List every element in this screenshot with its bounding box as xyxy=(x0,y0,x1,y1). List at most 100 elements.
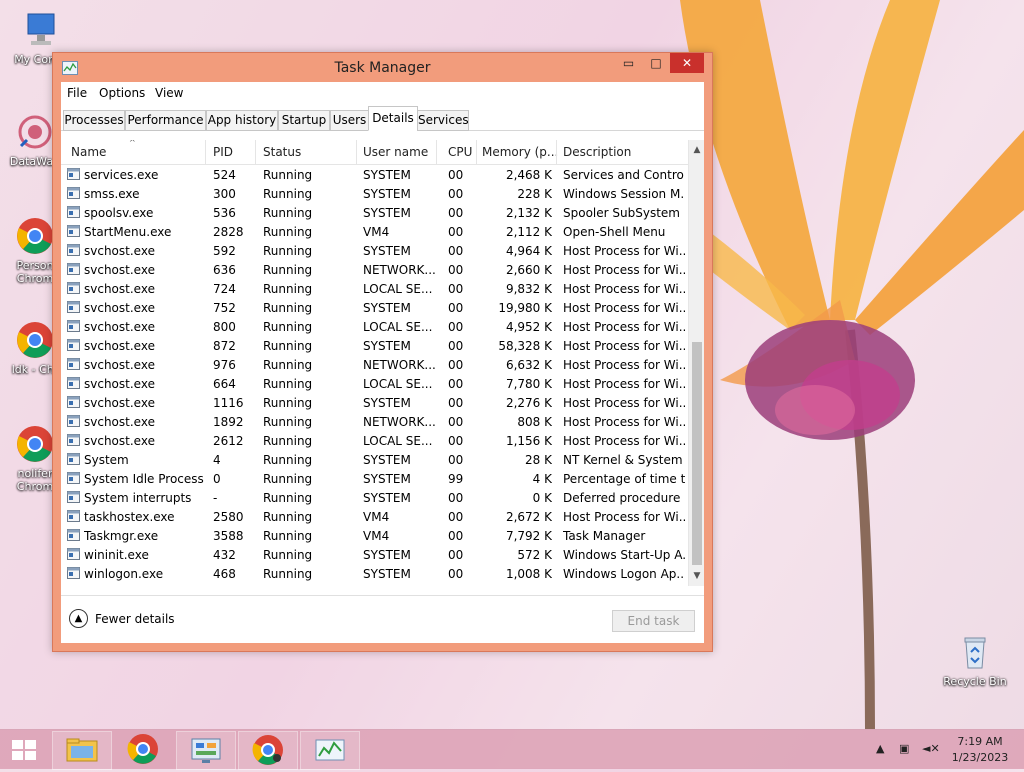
cell-name: svchost.exe xyxy=(84,358,155,372)
table-row[interactable]: svchost.exe 724 Running LOCAL SE... 00 9,832 … xyxy=(61,280,688,299)
table-row[interactable]: svchost.exe 636 Running NETWORK... 00 2,660 K… xyxy=(61,261,688,280)
cell-user: LOCAL SE... xyxy=(363,282,433,296)
taskbar-task-manager[interactable] xyxy=(300,731,360,770)
table-row[interactable]: System 4 Running SYSTEM 00 28 K NT Kernel & Sy… xyxy=(61,451,688,470)
end-task-button[interactable]: End task xyxy=(612,610,695,632)
cell-pid: 300 xyxy=(213,187,236,201)
column-divider[interactable] xyxy=(205,140,206,164)
title-bar[interactable]: Task Manager ▭ □ ✕ xyxy=(53,53,712,83)
cell-name: svchost.exe xyxy=(84,377,155,391)
table-row[interactable]: Taskmgr.exe 3588 Running VM4 00 7,792 K Task M… xyxy=(61,527,688,546)
table-row[interactable]: svchost.exe 592 Running SYSTEM 00 4,964 K Host… xyxy=(61,242,688,261)
column-header-memory[interactable]: Memory (p... xyxy=(482,145,558,159)
column-header-pid[interactable]: PID xyxy=(213,145,233,159)
window-client: File Options View Processes Performance … xyxy=(61,82,704,643)
column-divider[interactable] xyxy=(356,140,357,164)
process-icon xyxy=(67,206,80,218)
column-header-status[interactable]: Status xyxy=(263,145,301,159)
process-icon xyxy=(67,244,80,256)
process-icon xyxy=(67,225,80,237)
table-row[interactable]: svchost.exe 664 Running LOCAL SE... 00 7,780 … xyxy=(61,375,688,394)
table-row[interactable]: winlogon.exe 468 Running SYSTEM 00 1,008 K Win… xyxy=(61,565,688,584)
column-divider[interactable] xyxy=(476,140,477,164)
show-hidden-icons[interactable]: ▲ xyxy=(876,742,884,755)
table-row[interactable]: wininit.exe 432 Running SYSTEM 00 572 K Window… xyxy=(61,546,688,565)
network-icon[interactable]: ▣ xyxy=(899,742,909,755)
scrollbar-thumb[interactable] xyxy=(692,342,702,565)
system-clock[interactable]: 7:19 AM 1/23/2023 xyxy=(945,734,1015,766)
table-row[interactable]: svchost.exe 2612 Running LOCAL SE... 00 1,156… xyxy=(61,432,688,451)
cell-mem: 28 K xyxy=(525,453,552,467)
cell-status: Running xyxy=(263,263,313,277)
table-row[interactable]: taskhostex.exe 2580 Running VM4 00 2,672 K Hos… xyxy=(61,508,688,527)
cell-cpu: 00 xyxy=(448,282,464,296)
column-header-name[interactable]: Name xyxy=(71,145,106,159)
process-icon xyxy=(67,491,80,503)
tab-app-history[interactable]: App history xyxy=(206,110,278,131)
start-button[interactable] xyxy=(10,739,38,761)
cell-mem: 7,780 K xyxy=(505,377,552,391)
menu-bar: File Options View xyxy=(61,82,704,104)
menu-view[interactable]: View xyxy=(155,86,183,100)
scroll-up-icon[interactable]: ▲ xyxy=(689,142,704,158)
minimize-button[interactable]: ▭ xyxy=(615,53,642,73)
cell-cpu: 00 xyxy=(448,320,464,334)
table-row[interactable]: svchost.exe 1116 Running SYSTEM 00 2,276 K Hos… xyxy=(61,394,688,413)
table-row[interactable]: smss.exe 300 Running SYSTEM 00 228 K Windows S… xyxy=(61,185,688,204)
process-icon xyxy=(67,263,80,275)
vertical-scrollbar[interactable]: ▲ ▼ xyxy=(688,140,704,586)
tab-services[interactable]: Services xyxy=(417,110,469,131)
taskbar-chrome[interactable] xyxy=(114,731,172,768)
cell-status: Running xyxy=(263,339,313,353)
column-divider[interactable] xyxy=(436,140,437,164)
cell-pid: 1892 xyxy=(213,415,244,429)
table-row[interactable]: svchost.exe 872 Running SYSTEM 00 58,328 K Hos… xyxy=(61,337,688,356)
scroll-down-icon[interactable]: ▼ xyxy=(689,568,704,584)
table-row[interactable]: services.exe 524 Running SYSTEM 00 2,468 K Ser… xyxy=(61,166,688,185)
cell-mem: 4,952 K xyxy=(505,320,552,334)
table-row[interactable]: System Idle Process 0 Running SYSTEM 99 4 K Pe… xyxy=(61,470,688,489)
taskbar-file-explorer[interactable] xyxy=(52,731,112,770)
table-row[interactable]: spoolsv.exe 536 Running SYSTEM 00 2,132 K Spoo… xyxy=(61,204,688,223)
column-header-description[interactable]: Description xyxy=(563,145,631,159)
cell-name: winlogon.exe xyxy=(84,567,164,581)
volume-muted-icon[interactable]: ◄✕ xyxy=(922,742,940,755)
tab-processes[interactable]: Processes xyxy=(63,110,125,131)
cell-cpu: 00 xyxy=(448,377,464,391)
cell-desc: Deferred procedure ... xyxy=(563,491,685,505)
menu-options[interactable]: Options xyxy=(99,86,145,100)
cell-desc: Windows Start-Up A... xyxy=(563,548,685,562)
tab-details[interactable]: Details xyxy=(368,106,418,131)
table-row[interactable]: System interrupts - Running SYSTEM 00 0 K Defe… xyxy=(61,489,688,508)
table-row[interactable]: svchost.exe 976 Running NETWORK... 00 6,632 K… xyxy=(61,356,688,375)
table-row[interactable]: StartMenu.exe 2828 Running VM4 00 2,112 K Open… xyxy=(61,223,688,242)
cell-status: Running xyxy=(263,244,313,258)
cell-name: System interrupts xyxy=(84,491,192,505)
process-icon xyxy=(67,187,80,199)
column-divider[interactable] xyxy=(255,140,256,164)
taskbar-chrome-profile[interactable] xyxy=(238,731,298,770)
desktop-icon-recycle-bin[interactable]: Recycle Bin xyxy=(935,632,1015,688)
menu-file[interactable]: File xyxy=(67,86,87,100)
cell-name: svchost.exe xyxy=(84,396,155,410)
cell-pid: 976 xyxy=(213,358,236,372)
tab-performance[interactable]: Performance xyxy=(125,110,206,131)
cell-status: Running xyxy=(263,320,313,334)
cell-cpu: 00 xyxy=(448,301,464,315)
cell-pid: 752 xyxy=(213,301,236,315)
table-row[interactable]: svchost.exe 752 Running SYSTEM 00 19,980 K Hos… xyxy=(61,299,688,318)
cell-desc: Host Process for Wi... xyxy=(563,263,685,277)
close-button[interactable]: ✕ xyxy=(670,53,704,73)
maximize-button[interactable]: □ xyxy=(643,53,669,73)
column-header-cpu[interactable]: CPU xyxy=(448,145,472,159)
cell-desc: Percentage of time t... xyxy=(563,472,685,486)
column-divider[interactable] xyxy=(556,140,557,164)
tab-startup[interactable]: Startup xyxy=(278,110,330,131)
column-header-user-name[interactable]: User name xyxy=(363,145,428,159)
table-row[interactable]: svchost.exe 800 Running LOCAL SE... 00 4,952 … xyxy=(61,318,688,337)
tab-users[interactable]: Users xyxy=(330,110,369,131)
table-row[interactable]: svchost.exe 1892 Running NETWORK... 00 808 K H… xyxy=(61,413,688,432)
cell-cpu: 00 xyxy=(448,225,464,239)
taskbar-control-panel[interactable] xyxy=(176,731,236,770)
cell-status: Running xyxy=(263,415,313,429)
